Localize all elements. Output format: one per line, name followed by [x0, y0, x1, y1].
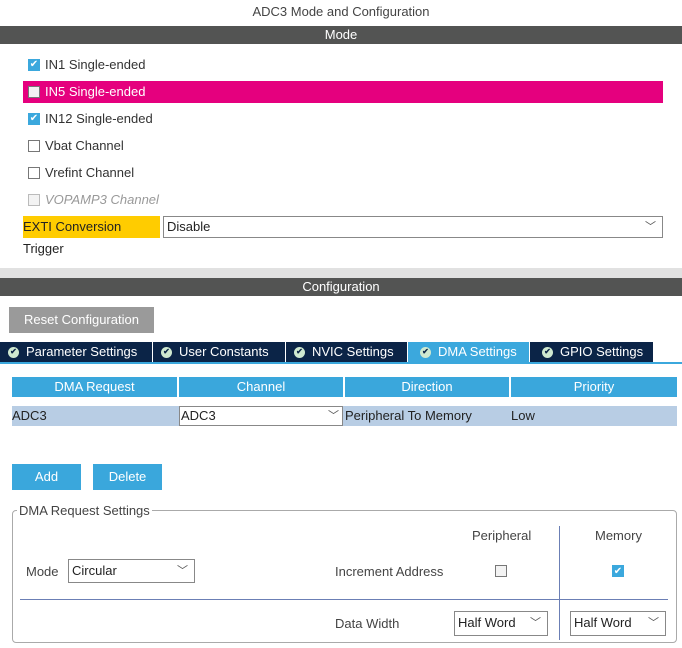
tab-user-constants[interactable]: ✔ User Constants [153, 342, 286, 362]
checkbox-disabled-icon [28, 194, 40, 206]
check-circle-icon: ✔ [420, 346, 431, 358]
check-circle-icon: ✔ [8, 346, 19, 358]
delete-button[interactable]: Delete [93, 464, 162, 490]
group-legend: DMA Request Settings [17, 503, 152, 518]
channel-label: Vrefint Channel [45, 165, 135, 180]
column-header[interactable]: Channel [179, 377, 343, 397]
reset-configuration-button[interactable]: Reset Configuration [9, 307, 154, 333]
channel-in1[interactable]: ✔ IN1 Single-ended [23, 54, 663, 76]
channel-vrefint[interactable]: Vrefint Channel [23, 162, 663, 184]
checkbox-checked-icon[interactable]: ✔ [28, 59, 40, 71]
cell-priority: Low [511, 406, 677, 426]
check-circle-icon: ✔ [542, 346, 553, 358]
data-width-memory-select[interactable]: Half Word ﹀ [570, 611, 666, 636]
tab-gpio-settings[interactable]: ✔ GPIO Settings [530, 342, 654, 362]
tab-parameter-settings[interactable]: ✔ Parameter Settings [0, 342, 153, 362]
channel-label: IN12 Single-ended [45, 111, 153, 126]
mode-header: Mode [0, 26, 682, 44]
increment-memory-checkbox[interactable]: ✔ [612, 565, 624, 577]
tab-underline [0, 362, 682, 364]
tab-dma-settings[interactable]: ✔ DMA Settings [408, 342, 530, 362]
divider [0, 268, 682, 278]
exti-select[interactable]: Disable ﹀ [163, 216, 663, 238]
increment-address-label: Increment Address [335, 564, 444, 579]
tab-label: User Constants [179, 344, 269, 359]
tab-label: NVIC Settings [312, 344, 394, 359]
checkbox-icon[interactable] [28, 167, 40, 179]
channel-vopamp3: VOPAMP3 Channel [23, 189, 663, 211]
check-circle-icon: ✔ [294, 346, 305, 358]
channel-label: Vbat Channel [45, 138, 124, 153]
configuration-header: Configuration [0, 278, 682, 296]
chevron-down-icon: ﹀ [328, 410, 339, 422]
chevron-down-icon: ﹀ [530, 617, 541, 629]
exti-label: EXTI Conversion Trigger [23, 216, 160, 256]
cell-direction: Peripheral To Memory [345, 406, 509, 426]
memory-header: Memory [595, 528, 642, 543]
checkbox-checked-icon[interactable]: ✔ [28, 113, 40, 125]
channel-label: VOPAMP3 Channel [45, 192, 159, 207]
tab-label: GPIO Settings [560, 344, 644, 359]
mode-label: Mode [26, 564, 59, 579]
chevron-down-icon: ﹀ [645, 221, 656, 233]
checkbox-icon[interactable] [28, 86, 40, 98]
exti-value: Disable [167, 219, 211, 234]
data-width-label: Data Width [335, 616, 400, 631]
channel-in5[interactable]: IN5 Single-ended [23, 81, 663, 103]
channel-in12[interactable]: ✔ IN12 Single-ended [23, 108, 663, 130]
channel-select[interactable]: ADC3 ﹀ [179, 406, 343, 426]
column-header[interactable]: Priority [511, 377, 677, 397]
channel-label: IN5 Single-ended [45, 84, 146, 99]
peripheral-header: Peripheral [472, 528, 532, 543]
tab-label: Parameter Settings [26, 344, 138, 359]
increment-peripheral-checkbox[interactable] [495, 565, 507, 577]
checkbox-icon[interactable] [28, 140, 40, 152]
data-width-peripheral-select[interactable]: Half Word ﹀ [454, 611, 548, 636]
divider [559, 526, 560, 640]
mode-value: Circular [72, 563, 117, 578]
tab-nvic-settings[interactable]: ✔ NVIC Settings [286, 342, 408, 362]
select-value: Half Word [458, 615, 516, 630]
channel-value: ADC3 [181, 408, 216, 423]
check-circle-icon: ✔ [161, 346, 172, 358]
column-header[interactable]: DMA Request [12, 377, 177, 397]
channel-vbat[interactable]: Vbat Channel [23, 135, 663, 157]
column-header[interactable]: Direction [345, 377, 509, 397]
chevron-down-icon: ﹀ [177, 565, 188, 577]
divider [20, 599, 668, 600]
chevron-down-icon: ﹀ [648, 617, 659, 629]
select-value: Half Word [574, 615, 632, 630]
mode-select[interactable]: Circular ﹀ [68, 559, 195, 583]
tab-label: DMA Settings [438, 344, 517, 359]
cell-request: ADC3 [12, 406, 177, 426]
window-title: ADC3 Mode and Configuration [252, 4, 430, 19]
add-button[interactable]: Add [12, 464, 81, 490]
channel-label: IN1 Single-ended [45, 57, 146, 72]
